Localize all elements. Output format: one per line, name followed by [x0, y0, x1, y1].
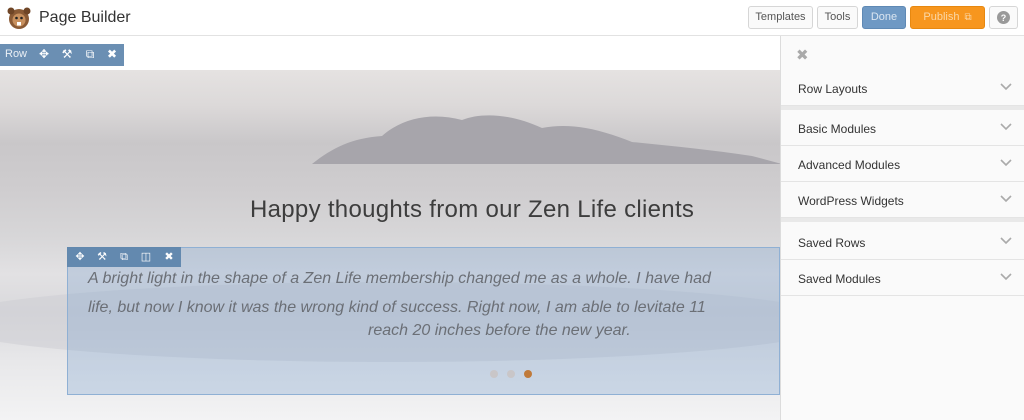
- section-saved-modules[interactable]: Saved Modules: [781, 260, 1024, 296]
- move-icon[interactable]: ✥: [73, 250, 87, 264]
- wrench-icon[interactable]: ⚒: [95, 250, 109, 264]
- section-label: Saved Modules: [798, 272, 881, 286]
- section-wordpress-widgets[interactable]: WordPress Widgets: [781, 182, 1024, 218]
- app-title: Page Builder: [39, 9, 131, 26]
- tools-button[interactable]: Tools: [817, 6, 858, 29]
- beaver-logo-icon: [7, 7, 31, 29]
- move-icon[interactable]: ✥: [37, 47, 51, 61]
- section-divider: [781, 218, 1024, 222]
- quote-line-3: reach 20 inches before the new year.: [368, 322, 631, 339]
- slider-dot[interactable]: [507, 370, 515, 378]
- chevron-down-icon: [1000, 195, 1012, 203]
- quote-line-1: A bright light in the shape of a Zen Lif…: [88, 270, 711, 287]
- content-panel: ✖ Row Layouts Basic Modules Advanced Mod…: [780, 36, 1024, 420]
- row-toolbar: Row ✥ ⚒ ⧉ ✖: [0, 44, 124, 66]
- island-silhouette: [312, 115, 780, 164]
- section-label: Advanced Modules: [798, 158, 901, 172]
- testimonial-quote: A bright light in the shape of a Zen Lif…: [88, 264, 788, 322]
- templates-button[interactable]: Templates: [748, 6, 813, 29]
- top-toolbar: Page Builder Templates Tools Done Publis…: [0, 0, 1024, 36]
- help-icon: ?: [997, 11, 1010, 24]
- row-label: Row: [5, 48, 28, 60]
- wrench-icon[interactable]: ⚒: [60, 47, 74, 61]
- done-button[interactable]: Done: [862, 6, 906, 29]
- chevron-down-icon: [1000, 83, 1012, 91]
- chevron-down-icon: [1000, 237, 1012, 245]
- section-saved-rows[interactable]: Saved Rows: [781, 224, 1024, 260]
- section-label: WordPress Widgets: [798, 194, 904, 208]
- external-link-icon: ⧉: [964, 12, 972, 23]
- section-label: Row Layouts: [798, 82, 868, 96]
- section-label: Basic Modules: [798, 122, 877, 136]
- section-row-layouts[interactable]: Row Layouts: [781, 70, 1024, 106]
- chevron-down-icon: [1000, 159, 1012, 167]
- svg-text:?: ?: [1001, 13, 1007, 23]
- duplicate-icon[interactable]: ⧉: [83, 47, 97, 61]
- close-icon[interactable]: ✖: [105, 47, 119, 61]
- chevron-down-icon: [1000, 123, 1012, 131]
- slider-dot[interactable]: [490, 370, 498, 378]
- duplicate-icon[interactable]: ⧉: [117, 250, 131, 264]
- columns-icon[interactable]: ◫: [139, 250, 153, 264]
- close-icon[interactable]: ✖: [162, 250, 176, 264]
- publish-button[interactable]: Publish ⧉: [910, 6, 985, 29]
- slider-dot-active[interactable]: [524, 370, 532, 378]
- section-heading: Happy thoughts from our Zen Life clients: [250, 196, 695, 223]
- chevron-down-icon: [1000, 273, 1012, 281]
- help-button[interactable]: ?: [989, 6, 1018, 29]
- section-advanced-modules[interactable]: Advanced Modules: [781, 146, 1024, 182]
- section-basic-modules[interactable]: Basic Modules: [781, 110, 1024, 146]
- close-panel-icon[interactable]: ✖: [796, 46, 809, 64]
- section-label: Saved Rows: [798, 236, 866, 250]
- quote-line-2: life, but now I know it was the wrong ki…: [88, 299, 706, 316]
- publish-label: Publish: [923, 11, 960, 23]
